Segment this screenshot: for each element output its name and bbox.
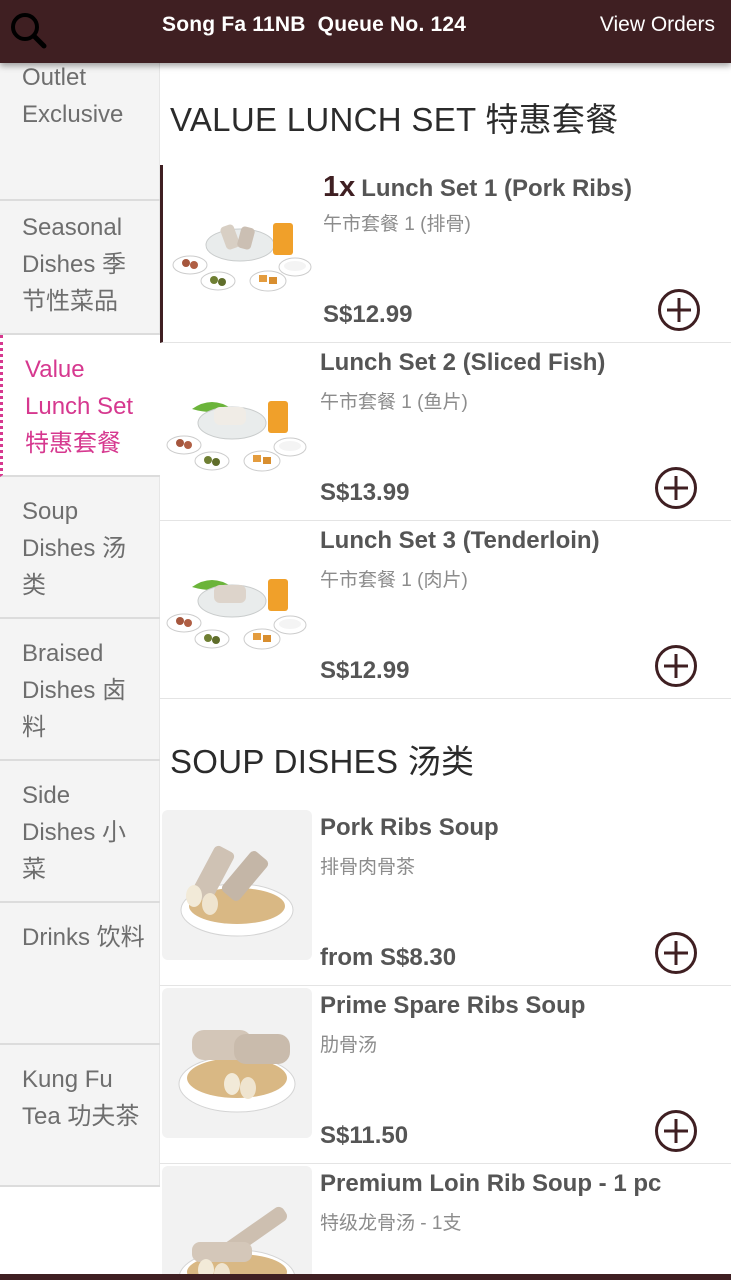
- menu-item-pork-ribs-soup[interactable]: Pork Ribs Soup 排骨肉骨茶 from S$8.30: [160, 808, 731, 986]
- outlet-queue-title: Song Fa 11NB Queue No. 124: [162, 13, 467, 36]
- add-circle-icon[interactable]: [657, 288, 701, 332]
- section-title-soup-dishes: SOUP DISHES 汤类: [170, 743, 475, 780]
- item-name-text: Lunch Set 1 (Pork Ribs): [361, 175, 632, 202]
- item-price: S$12.99: [323, 301, 413, 328]
- sidebar-item-kung-fu-tea[interactable]: Kung Fu Tea 功夫茶: [0, 1045, 160, 1187]
- menu-item-lunch-set-2[interactable]: Lunch Set 2 (Sliced Fish) 午市套餐 1 (鱼片) S$…: [160, 343, 731, 521]
- sidebar-item-soup-dishes[interactable]: Soup Dishes 汤类: [0, 477, 160, 619]
- add-circle-icon[interactable]: [654, 931, 698, 975]
- sidebar-item-seasonal-dishes[interactable]: Seasonal Dishes 季节性菜品: [0, 193, 160, 335]
- item-name: Lunch Set 2 (Sliced Fish): [320, 349, 606, 376]
- menu-item-lunch-set-3[interactable]: Lunch Set 3 (Tenderloin) 午市套餐 1 (肉片) S$1…: [160, 521, 731, 699]
- item-name: 1x Lunch Set 1 (Pork Ribs): [323, 171, 632, 204]
- sidebar-item-side-dishes[interactable]: Side Dishes 小菜: [0, 761, 160, 903]
- item-chinese-name: 午市套餐 1 (鱼片): [320, 392, 468, 413]
- item-price: from S$8.30: [320, 944, 457, 971]
- sidebar-empty-area: [0, 1187, 160, 1280]
- top-bar: Song Fa 11NB Queue No. 124 View Orders: [0, 0, 731, 63]
- item-price: S$11.50: [320, 1122, 409, 1149]
- item-chinese-name: 肋骨汤: [320, 1035, 378, 1056]
- lunch-set-tenderloin-image: [166, 579, 307, 650]
- add-circle-icon[interactable]: [654, 466, 698, 510]
- view-orders-button[interactable]: View Orders: [600, 13, 715, 37]
- item-quantity-badge: 1x: [323, 171, 356, 203]
- item-chinese-name: 排骨肉骨茶: [320, 857, 416, 878]
- item-name: Premium Loin Rib Soup - 1 pc: [320, 1170, 662, 1197]
- lunch-set-pork-ribs-image: [172, 223, 312, 292]
- sidebar-item-outlet-exclusive[interactable]: Outlet Exclusive: [0, 59, 160, 201]
- item-chinese-name: 午市套餐 1 (肉片): [320, 570, 468, 591]
- sidebar-item-drinks[interactable]: Drinks 饮料: [0, 903, 160, 1045]
- item-chinese-name: 特级龙骨汤 - 1支: [320, 1213, 462, 1234]
- item-price: S$12.99: [320, 657, 410, 684]
- pork-ribs-soup-image: [162, 810, 312, 960]
- item-name: Prime Spare Ribs Soup: [320, 992, 586, 1019]
- sidebar-item-value-lunch-set[interactable]: Value Lunch Set 特惠套餐: [0, 335, 160, 477]
- premium-loin-rib-soup-image: [162, 1166, 312, 1280]
- item-price: S$13.99: [320, 479, 410, 506]
- menu-item-premium-loin-rib-soup[interactable]: Premium Loin Rib Soup - 1 pc 特级龙骨汤 - 1支: [160, 1164, 731, 1280]
- add-circle-icon[interactable]: [654, 644, 698, 688]
- bottom-bar-edge: [0, 1274, 731, 1280]
- search-icon[interactable]: [8, 10, 48, 50]
- sidebar-item-braised-dishes[interactable]: Braised Dishes 卤料: [0, 619, 160, 761]
- section-title-value-lunch-set: VALUE LUNCH SET 特惠套餐: [170, 101, 619, 138]
- menu-item-prime-spare-ribs-soup[interactable]: Prime Spare Ribs Soup 肋骨汤 S$11.50: [160, 986, 731, 1164]
- item-chinese-name: 午市套餐 1 (排骨): [323, 214, 471, 235]
- menu-item-lunch-set-1[interactable]: 1x Lunch Set 1 (Pork Ribs) 午市套餐 1 (排骨) S$…: [160, 165, 731, 343]
- add-circle-icon[interactable]: [654, 1109, 698, 1153]
- menu-list: VALUE LUNCH SET 特惠套餐 1x Lunch Set 1 (Pork…: [160, 63, 731, 1280]
- category-sidebar: Outlet Exclusive Seasonal Dishes 季节性菜品 V…: [0, 63, 160, 1280]
- lunch-set-sliced-fish-image: [166, 401, 307, 472]
- item-name: Lunch Set 3 (Tenderloin): [320, 527, 600, 554]
- item-name: Pork Ribs Soup: [320, 814, 499, 841]
- prime-spare-ribs-soup-image: [162, 988, 312, 1138]
